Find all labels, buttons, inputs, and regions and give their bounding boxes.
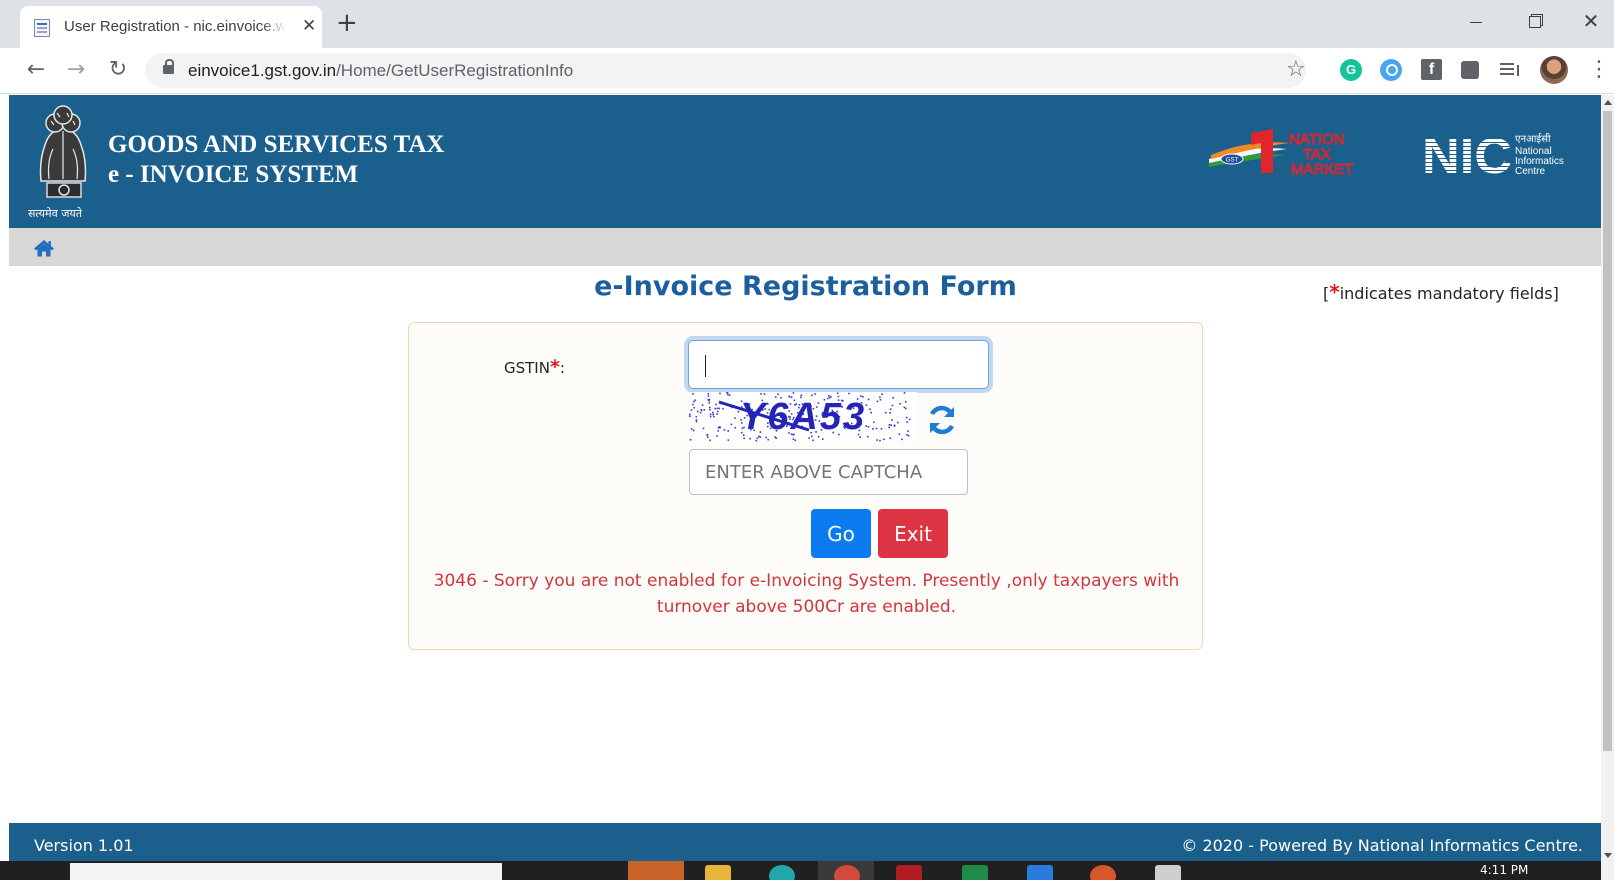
refresh-icon[interactable]	[925, 403, 959, 437]
url-domain: einvoice1.gst.gov.in	[188, 61, 337, 80]
app-icon[interactable]	[769, 865, 795, 880]
footer-version: Version 1.01	[34, 836, 134, 855]
taskbar-clock: 4:11 PM	[1480, 863, 1529, 877]
mandatory-note-text: indicates mandatory fields]	[1339, 284, 1559, 303]
scroll-down-arrow-icon[interactable]	[1604, 853, 1612, 858]
facebook-extension-icon[interactable]	[1421, 59, 1442, 81]
chrome-icon[interactable]	[834, 865, 860, 880]
required-star: *	[1329, 280, 1340, 304]
gstin-label-colon: :	[559, 359, 565, 377]
gstin-required-star: *	[549, 356, 560, 378]
browser-tab-strip: User Registration - nic.einvoice.w ✕ + ✕	[0, 0, 1614, 48]
go-button[interactable]: Go	[811, 509, 871, 558]
page-favicon-icon	[34, 19, 50, 37]
top-navbar	[9, 228, 1601, 266]
url-path: /Home/GetUserRegistrationInfo	[336, 61, 574, 80]
captcha-text: Y6A53	[739, 396, 867, 438]
new-tab-button[interactable]: +	[336, 9, 358, 37]
app-icon-3[interactable]	[1155, 865, 1181, 880]
ontm-badge-text: GST	[1226, 158, 1239, 164]
gstin-label: GSTIN*:	[504, 356, 565, 378]
mandatory-fields-note: [*indicates mandatory fields]	[1323, 280, 1559, 304]
emblem-caption: सत्यमेव जयते	[28, 207, 83, 220]
window-close-button[interactable]: ✕	[1571, 6, 1611, 36]
acrobat-icon[interactable]	[896, 865, 922, 880]
text-cursor	[705, 355, 706, 377]
scroll-up-arrow-icon[interactable]	[1604, 100, 1612, 105]
profile-avatar[interactable]	[1540, 56, 1568, 84]
captcha-image: Y6A53	[689, 392, 917, 442]
gstin-input[interactable]	[688, 340, 989, 389]
tab-title: User Registration - nic.einvoice.w	[64, 18, 286, 35]
nic-logo-text: NIC	[1422, 131, 1512, 181]
browser-tab[interactable]: User Registration - nic.einvoice.w ✕	[20, 6, 322, 48]
windows-taskbar: 4:11 PM	[0, 861, 1601, 880]
footer-copyright: © 2020 - Powered By National Informatics…	[1181, 836, 1583, 855]
grammarly-extension-icon[interactable]	[1340, 59, 1362, 81]
app-icon-2[interactable]	[1090, 865, 1116, 880]
excel-icon[interactable]	[962, 865, 988, 880]
extensions-puzzle-icon[interactable]	[1461, 61, 1479, 79]
site-title: GOODS AND SERVICES TAX	[108, 131, 445, 158]
back-arrow-icon[interactable]: ←	[22, 56, 50, 84]
browser-menu-icon[interactable]: ⋮	[1588, 56, 1610, 84]
file-explorer-icon[interactable]	[705, 865, 731, 880]
nic-hindi-text: एनआईसी	[1515, 133, 1551, 145]
national-emblem-icon	[39, 105, 87, 198]
ontm-line-market: MARKET	[1291, 161, 1354, 178]
error-message: 3046 - Sorry you are not enabled for e-I…	[433, 571, 1180, 617]
taskbar-search-box[interactable]	[70, 863, 502, 880]
browser-toolbar: ← → ↻ einvoice1.gst.gov.in/Home/GetUserR…	[0, 48, 1614, 94]
outlook-icon[interactable]	[1027, 865, 1053, 880]
captcha-input[interactable]	[689, 449, 968, 495]
page-scrollbar[interactable]	[1601, 95, 1614, 880]
site-subtitle: e - INVOICE SYSTEM	[108, 161, 359, 188]
window-restore-button[interactable]	[1514, 6, 1554, 36]
exit-button[interactable]: Exit	[878, 509, 948, 558]
reload-icon[interactable]: ↻	[104, 56, 132, 84]
address-bar[interactable]: einvoice1.gst.gov.in/Home/GetUserRegistr…	[145, 53, 1306, 88]
gstin-label-text: GSTIN	[504, 359, 550, 377]
forward-arrow-icon[interactable]: →	[62, 56, 90, 84]
lock-icon[interactable]	[163, 59, 174, 74]
url-text[interactable]: einvoice1.gst.gov.in/Home/GetUserRegistr…	[188, 61, 573, 81]
window-minimize-button[interactable]	[1456, 6, 1496, 36]
taskbar-active-app[interactable]	[628, 861, 684, 880]
home-icon[interactable]	[33, 239, 55, 257]
scroll-thumb[interactable]	[1603, 111, 1612, 751]
site-header: सत्यमेव जयते GOODS AND SERVICES TAX e - …	[9, 95, 1601, 228]
nic-logo: NIC एनआईसी National Informatics Centre	[1422, 131, 1564, 181]
nic-line-centre: Centre	[1515, 166, 1545, 177]
web-page: सत्यमेव जयते GOODS AND SERVICES TAX e - …	[9, 95, 1601, 880]
search-extension-icon[interactable]	[1380, 59, 1402, 81]
reading-list-icon[interactable]	[1500, 62, 1522, 78]
registration-form-card: GSTIN*: Y6A53 Go Exit 3046 - Sorry you a…	[408, 322, 1203, 650]
bookmark-star-icon[interactable]: ☆	[1286, 57, 1306, 82]
tab-close-icon[interactable]: ✕	[302, 16, 316, 36]
one-nation-one-tax-logo: GST NATION TAX MARKET	[1209, 129, 1354, 179]
